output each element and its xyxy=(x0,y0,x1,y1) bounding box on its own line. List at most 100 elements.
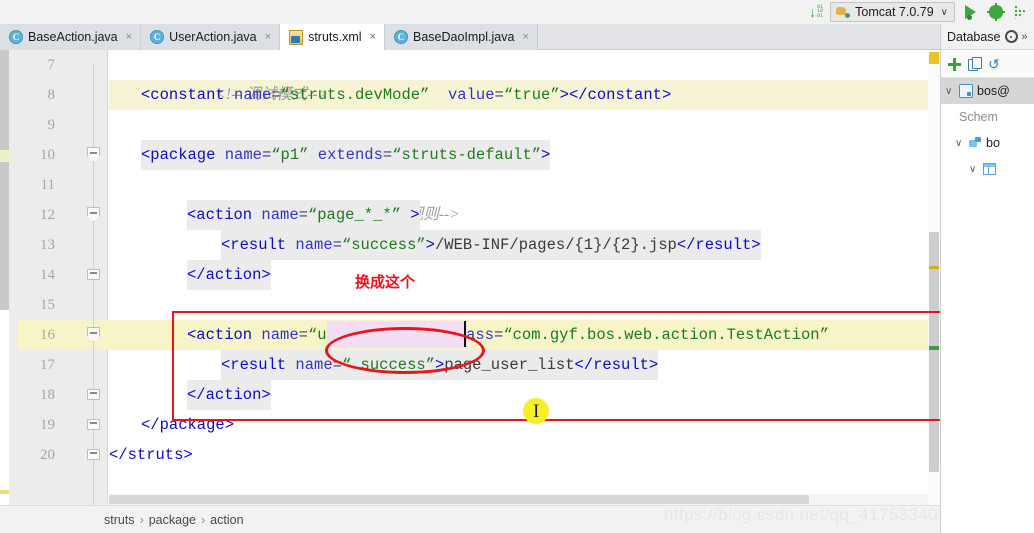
schema-icon xyxy=(969,137,982,149)
add-icon[interactable] xyxy=(947,57,961,71)
tab-label: BaseDaoImpl.java xyxy=(412,30,515,44)
tab-useraction-java[interactable]: C UserAction.java × xyxy=(141,24,281,50)
duplicate-icon[interactable] xyxy=(968,56,982,71)
close-icon[interactable]: × xyxy=(370,31,376,43)
tab-label: struts.xml xyxy=(308,30,362,44)
marker-yellow xyxy=(0,150,9,162)
code-line-16: <action name=“userAction_*” class=“com.g… xyxy=(187,320,829,350)
xml-attribute-value: “ success” xyxy=(341,356,435,374)
fold-collapse-icon[interactable] xyxy=(87,417,100,432)
database-panel-title: Database xyxy=(947,29,1001,44)
run-configuration-label: Tomcat 7.0.79 xyxy=(855,5,934,19)
debug-icon xyxy=(986,3,1005,21)
database-panel-header[interactable]: Database » xyxy=(941,24,1034,50)
code-editor[interactable]: 7 8 9 10 11 12 13 14 15 16 17 18 19 20 <… xyxy=(0,50,940,505)
up-down-arrows-icon[interactable]: ↓ 01 10 01 xyxy=(808,4,824,20)
code-line-17: <result name=“ success”>page_user_list</… xyxy=(221,350,659,380)
fold-collapse-icon[interactable] xyxy=(87,327,100,342)
close-icon[interactable]: × xyxy=(265,31,271,43)
close-icon[interactable]: × xyxy=(522,31,528,43)
code-text-area[interactable]: <!-- 调试模式--> <constant name=“struts.devM… xyxy=(109,50,940,505)
mouse-ibeam-cursor: I xyxy=(533,401,540,422)
horizontal-scrollbar[interactable] xyxy=(109,494,928,505)
tab-baseaction-java[interactable]: C BaseAction.java × xyxy=(0,24,142,50)
code-line-20: </struts> xyxy=(109,440,193,470)
fold-collapse-icon[interactable] xyxy=(87,387,100,402)
xml-tag-close: </action> xyxy=(187,266,271,284)
breadcrumb-item-action[interactable]: action xyxy=(210,513,243,527)
debug-button[interactable] xyxy=(986,3,1005,22)
change-marker[interactable] xyxy=(929,266,939,269)
breadcrumb-item-package[interactable]: package xyxy=(149,513,196,527)
close-icon[interactable]: × xyxy=(126,31,132,43)
database-tool-window: Database » ↺ ∨ bos@ Schem ∨ bo ∨ xyxy=(940,24,1034,533)
main-toolbar: ↓ 01 10 01 Tomcat 7.0.79 ∨ xyxy=(0,0,1034,24)
code-line-18: </action> xyxy=(187,380,271,410)
database-icon xyxy=(959,84,973,98)
code-line-8: <constant name=“struts.devMode” value=“t… xyxy=(141,80,671,110)
line-number: 17 xyxy=(40,357,55,373)
chevron-down-icon[interactable]: ∨ xyxy=(969,164,979,175)
java-class-icon: C xyxy=(150,30,165,44)
line-number: 14 xyxy=(40,267,55,283)
xml-attribute-value: “struts-default” xyxy=(392,146,542,164)
fold-collapse-icon[interactable] xyxy=(87,207,100,222)
db-tree-node-schema[interactable]: ∨ bo xyxy=(941,130,1034,156)
chevron-down-icon[interactable]: ∨ xyxy=(945,86,955,97)
code-line-12: <action name=“page_*_*” > xyxy=(187,200,420,230)
tag-close-bracket: > xyxy=(541,146,551,164)
tag-close-bracket: > xyxy=(559,86,569,104)
tag-close-bracket: > xyxy=(434,356,445,374)
code-line-11: <!-- 配置jsp页面的访问规则--> xyxy=(177,170,459,223)
db-node-label: bos@ xyxy=(977,84,1010,98)
run-button[interactable] xyxy=(961,3,980,22)
db-tree-node-table[interactable]: ∨ xyxy=(941,156,1034,182)
xml-attribute-name: name xyxy=(224,146,262,164)
expand-arrows-icon[interactable]: » xyxy=(1022,31,1028,43)
code-line-10: <package name=“p1” extends=“struts-defau… xyxy=(141,140,551,170)
coverage-button[interactable] xyxy=(1011,3,1030,22)
breadcrumb[interactable]: struts › package › action xyxy=(0,505,940,533)
database-tree[interactable]: ∨ bos@ Schem ∨ bo ∨ xyxy=(941,78,1034,533)
run-with-coverage-icon xyxy=(1013,4,1028,20)
line-number: 16 xyxy=(40,327,55,343)
line-number: 10 xyxy=(40,147,55,163)
java-class-icon: C xyxy=(393,30,408,44)
code-line-19: </package> xyxy=(141,410,234,440)
tag-close-bracket: > xyxy=(400,206,420,224)
xml-tag-open: <action xyxy=(187,206,262,224)
xml-attribute-value: “page_*_*” xyxy=(307,206,401,224)
change-marker[interactable] xyxy=(929,346,939,350)
fold-collapse-icon[interactable] xyxy=(87,267,100,282)
xml-attribute-value: “struts.devMode” xyxy=(280,86,430,104)
line-number: 8 xyxy=(47,87,56,103)
text-caret xyxy=(464,321,466,347)
warning-marker[interactable] xyxy=(929,52,939,64)
vertical-scrollbar[interactable] xyxy=(928,50,940,505)
tab-struts-xml[interactable]: struts.xml × xyxy=(280,24,385,50)
annotation-note-text: 换成这个 xyxy=(355,274,416,291)
xml-text-content: /WEB-INF/pages/{1}/{2}.jsp xyxy=(434,236,677,254)
code-line-7: <!-- 调试模式--> xyxy=(141,50,328,103)
settings-gear-icon[interactable] xyxy=(1004,30,1018,43)
marker-gray xyxy=(0,162,9,254)
fold-collapse-icon[interactable] xyxy=(87,147,100,162)
xml-tag-open: <result xyxy=(221,236,296,254)
editor-gutter[interactable]: 7 8 9 10 11 12 13 14 15 16 17 18 19 20 xyxy=(9,50,117,505)
db-tree-node-datasource[interactable]: ∨ bos@ xyxy=(941,78,1034,104)
xml-attribute-value: “p1” xyxy=(271,146,309,164)
equals-sign: = xyxy=(298,326,308,344)
chevron-down-icon[interactable]: ∨ xyxy=(941,7,948,18)
horizontal-scrollbar-thumb[interactable] xyxy=(109,495,809,504)
fold-collapse-icon[interactable] xyxy=(87,447,100,462)
fold-guide-line xyxy=(93,65,94,505)
line-number: 19 xyxy=(40,417,55,433)
tab-basedaoimpl-java[interactable]: C BaseDaoImpl.java × xyxy=(384,24,538,50)
breadcrumb-item-struts[interactable]: struts xyxy=(104,513,135,527)
db-tree-node-schemas[interactable]: Schem xyxy=(941,104,1034,130)
chevron-down-icon[interactable]: ∨ xyxy=(955,138,965,149)
synchronize-icon[interactable]: ↺ xyxy=(988,57,1003,71)
xml-tag-close: </constant> xyxy=(568,86,672,104)
run-configuration-selector[interactable]: Tomcat 7.0.79 ∨ xyxy=(830,2,955,22)
